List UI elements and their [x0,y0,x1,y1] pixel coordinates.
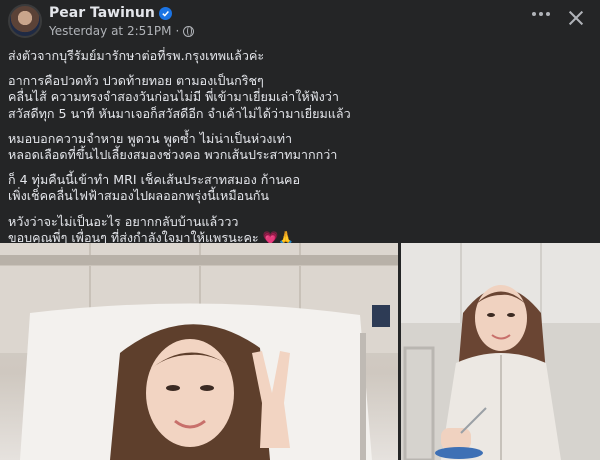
author-name[interactable]: Pear Tawinun [49,5,155,21]
facebook-post: Pear Tawinun Yesterday at 2:51PM · ส่งตั… [0,0,600,460]
author-avatar[interactable] [8,4,42,38]
paragraph-1: ส่งตัวจากบุรีรัมย์มารักษาต่อที่รพ.กรุงเท… [8,48,592,64]
post-timestamp[interactable]: Yesterday at 2:51PM [49,24,171,38]
text-line: อาการคือปวดหัว ปวดท้ายทอย ตามองเป็นกริชๆ [8,73,264,89]
paragraph-4: ก็ 4 ทุ่มคืนนี้เข้าทำ MRI เช็คเส้นประสาท… [8,172,592,204]
text-line: หวังว่าจะไม่เป็นอะไร อยากกลับบ้านแล้ววว [8,213,239,229]
post-photos [0,243,600,460]
post-header: Pear Tawinun Yesterday at 2:51PM · [0,0,600,44]
author-name-row[interactable]: Pear Tawinun [49,5,172,21]
globe-icon[interactable] [183,25,195,37]
photo-hospital-gown-illustration [401,243,600,460]
text-line: หมอบอกความจำหาย พูดวน พูดซ้ำ ไม่น่าเป็นห… [8,130,293,146]
paragraph-2: อาการคือปวดหัว ปวดท้ายทอย ตามองเป็นกริชๆ… [8,73,592,122]
paragraph-5: หวังว่าจะไม่เป็นอะไร อยากกลับบ้านแล้ววว … [8,214,592,246]
text-line: ส่งตัวจากบุรีรัมย์มารักษาต่อที่รพ.กรุงเท… [8,48,265,63]
paragraph-3: หมอบอกความจำหาย พูดวน พูดซ้ำ ไม่น่าเป็นห… [8,131,592,163]
text-line: ก็ 4 ทุ่มคืนนี้เข้าทำ MRI เช็คเส้นประสาท… [8,172,301,188]
text-line: คลื่นไส้ ความทรงจำสองวันก่อนไม่มี พี่เข้… [8,89,339,105]
meta-separator: · [175,24,180,38]
verified-badge-icon [158,6,172,20]
post-meta: Yesterday at 2:51PM · [49,24,195,38]
photo-hospital-bed-illustration [0,243,398,460]
more-options-icon[interactable] [532,12,550,16]
close-icon[interactable] [566,8,586,28]
text-line: เพิ่งเช็คคลื่นไฟฟ้าสมองไปผลออกพรุ่งนี้เห… [8,188,270,204]
photo-hospital-bed-peace-sign[interactable] [0,243,398,460]
photo-hospital-gown-eating[interactable] [401,243,600,460]
text-line: หลอดเลือดที่ขึ้นไปเลี้ยงสมองช่วงคอ พวกเส… [8,147,338,163]
post-text: ส่งตัวจากบุรีรัมย์มารักษาต่อที่รพ.กรุงเท… [8,48,592,255]
text-line: สวัสดีทุก 5 นาที หันมาเจอก็สวัสดีอีก จำเ… [8,105,351,121]
